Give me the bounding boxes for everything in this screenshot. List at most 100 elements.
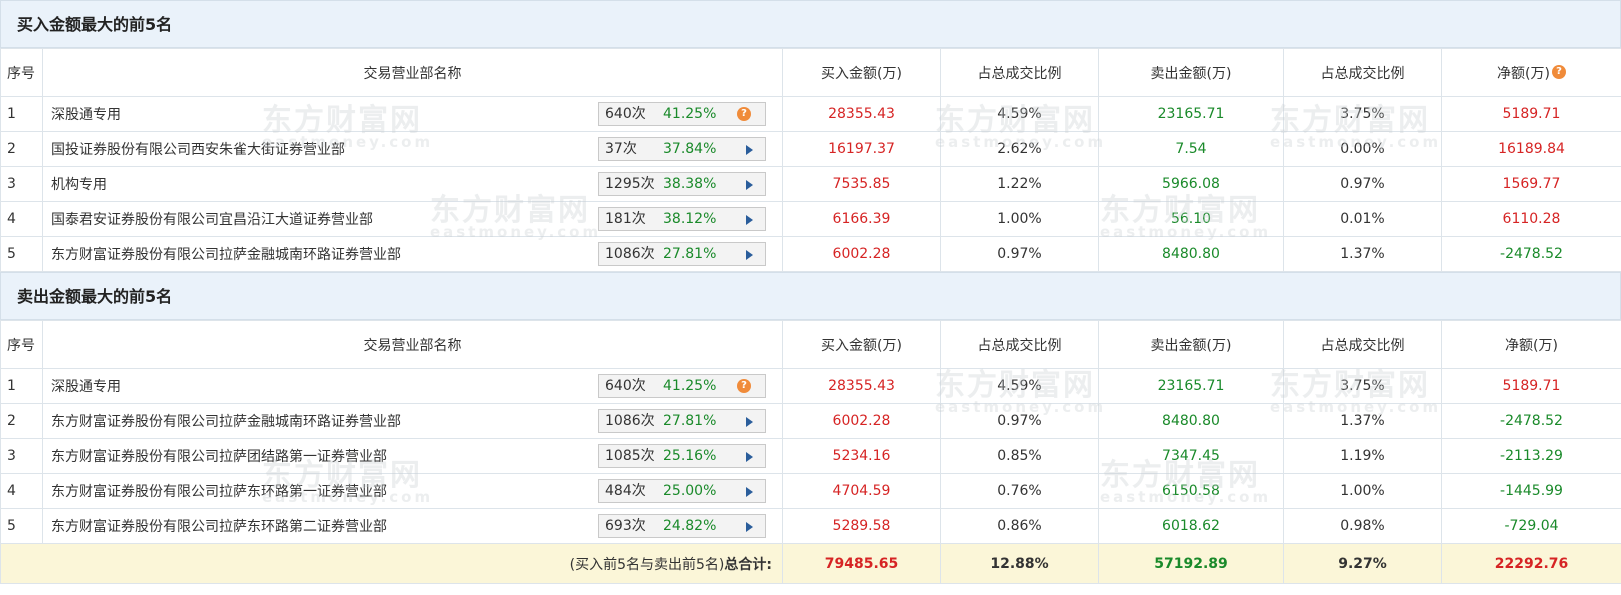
buy-ratio: 1.22% — [940, 166, 1099, 202]
trade-count: 1085次 — [605, 448, 655, 464]
net-amount: -2478.52 — [1441, 403, 1621, 439]
buy-table: 序号 交易营业部名称 买入金额(万) 占总成交比例 卖出金额(万) 占总成交比例… — [0, 48, 1621, 272]
header-buy: 买入金额(万) — [782, 320, 941, 369]
play-icon[interactable] — [746, 180, 753, 190]
play-icon[interactable] — [746, 215, 753, 225]
sell-ratio: 0.00% — [1283, 131, 1442, 167]
play-icon[interactable] — [746, 522, 753, 532]
broker-stat-box[interactable]: 484次 25.00% — [598, 479, 766, 503]
broker-name[interactable]: 东方财富证券股份有限公司拉萨团结路第一证券营业部 — [51, 446, 387, 466]
sell-ratio: 3.75% — [1283, 368, 1442, 404]
question-icon[interactable]: ? — [737, 379, 751, 393]
buy-amount: 16197.37 — [782, 131, 941, 167]
sell-ratio: 3.75% — [1283, 96, 1442, 132]
sell-amount: 7.54 — [1098, 131, 1284, 167]
sell-ratio: 1.37% — [1283, 403, 1442, 439]
win-rate: 38.38% — [663, 176, 717, 192]
header-buy: 买入金额(万) — [782, 48, 941, 97]
header-name: 交易营业部名称 — [42, 320, 783, 369]
broker-name[interactable]: 东方财富证券股份有限公司拉萨金融城南环路证券营业部 — [51, 244, 401, 264]
broker-stat-box[interactable]: 181次 38.12% — [598, 207, 766, 231]
trade-count: 181次 — [605, 211, 646, 227]
buy-amount: 7535.85 — [782, 166, 941, 202]
header-net: 净额(万)? — [1441, 48, 1621, 97]
row-index: 3 — [0, 166, 43, 202]
play-icon[interactable] — [746, 417, 753, 427]
broker-stat-box[interactable]: 693次 24.82% — [598, 514, 766, 538]
broker-name[interactable]: 国泰君安证券股份有限公司宜昌沿江大道证券营业部 — [51, 209, 373, 229]
row-index: 2 — [0, 403, 43, 439]
play-icon[interactable] — [746, 487, 753, 497]
question-icon[interactable]: ? — [737, 107, 751, 121]
header-idx: 序号 — [0, 48, 43, 97]
dragon-tiger-board: 买入金额最大的前5名 序号 交易营业部名称 买入金额(万) 占总成交比例 卖出金… — [0, 0, 1621, 595]
net-amount: -2478.52 — [1441, 236, 1621, 272]
sell-amount: 23165.71 — [1098, 96, 1284, 132]
total-row: (买入前5名与卖出前5名)总合计: 79485.65 12.88% 57192.… — [0, 543, 1621, 584]
broker-stat-box[interactable]: 640次 41.25%? — [598, 374, 766, 398]
sell-ratio: 0.97% — [1283, 166, 1442, 202]
buy-ratio: 0.97% — [940, 403, 1099, 439]
broker-stat-box[interactable]: 1085次 25.16% — [598, 444, 766, 468]
table-row: 1 深股通专用 640次 41.25%? 28355.43 4.59% 23165.71 3.… — [0, 368, 1621, 404]
broker-stat-box[interactable]: 37次 37.84% — [598, 137, 766, 161]
broker-name-cell: 国投证券股份有限公司西安朱雀大街证券营业部 37次 37.84% — [42, 131, 783, 167]
buy-amount: 6166.39 — [782, 201, 941, 237]
header-sell-ratio: 占总成交比例 — [1283, 48, 1442, 97]
buy-amount: 6002.28 — [782, 236, 941, 272]
sell-ratio: 1.37% — [1283, 236, 1442, 272]
row-index: 4 — [0, 473, 43, 509]
sell-amount: 56.10 — [1098, 201, 1284, 237]
broker-name[interactable]: 国投证券股份有限公司西安朱雀大街证券营业部 — [51, 139, 345, 159]
win-rate: 25.16% — [663, 448, 717, 464]
broker-name[interactable]: 东方财富证券股份有限公司拉萨东环路第二证券营业部 — [51, 516, 387, 536]
total-sell: 57192.89 — [1098, 543, 1284, 584]
play-icon[interactable] — [746, 452, 753, 462]
row-index: 3 — [0, 438, 43, 474]
broker-stat-box[interactable]: 640次 41.25%? — [598, 102, 766, 126]
trade-count: 640次 — [605, 106, 646, 122]
buy-ratio: 1.00% — [940, 201, 1099, 237]
broker-name[interactable]: 机构专用 — [51, 174, 107, 194]
broker-name-cell: 东方财富证券股份有限公司拉萨金融城南环路证券营业部 1086次 27.81% — [42, 403, 783, 439]
broker-name[interactable]: 深股通专用 — [51, 104, 121, 124]
win-rate: 41.25% — [663, 106, 717, 122]
question-icon[interactable]: ? — [1551, 64, 1566, 79]
buy-amount: 5234.16 — [782, 438, 941, 474]
broker-name-cell: 东方财富证券股份有限公司拉萨金融城南环路证券营业部 1086次 27.81% — [42, 236, 783, 272]
sell-table: 序号 交易营业部名称 买入金额(万) 占总成交比例 卖出金额(万) 占总成交比例… — [0, 320, 1621, 584]
buy-ratio: 2.62% — [940, 131, 1099, 167]
table-row: 5 东方财富证券股份有限公司拉萨金融城南环路证券营业部 1086次 27.81% 600… — [0, 236, 1621, 272]
net-amount: 6110.28 — [1441, 201, 1621, 237]
win-rate: 25.00% — [663, 483, 717, 499]
buy-amount: 28355.43 — [782, 96, 941, 132]
buy-amount: 4704.59 — [782, 473, 941, 509]
sell-amount: 6018.62 — [1098, 508, 1284, 544]
broker-name[interactable]: 东方财富证券股份有限公司拉萨金融城南环路证券营业部 — [51, 411, 401, 431]
broker-stat-box[interactable]: 1086次 27.81% — [598, 409, 766, 433]
broker-name-cell: 深股通专用 640次 41.25%? — [42, 96, 783, 132]
broker-name[interactable]: 东方财富证券股份有限公司拉萨东环路第一证券营业部 — [51, 481, 387, 501]
header-buy-ratio: 占总成交比例 — [940, 320, 1099, 369]
sell-section-title: 卖出金额最大的前5名 — [0, 272, 1621, 320]
net-amount: 16189.84 — [1441, 131, 1621, 167]
table-row: 2 国投证券股份有限公司西安朱雀大街证券营业部 37次 37.84% 16197.37 2… — [0, 131, 1621, 167]
broker-stat-box[interactable]: 1295次 38.38% — [598, 172, 766, 196]
sell-ratio: 1.19% — [1283, 438, 1442, 474]
play-icon[interactable] — [746, 145, 753, 155]
row-index: 1 — [0, 368, 43, 404]
trade-count: 1086次 — [605, 246, 655, 262]
net-amount: -1445.99 — [1441, 473, 1621, 509]
row-index: 1 — [0, 96, 43, 132]
buy-amount: 5289.58 — [782, 508, 941, 544]
buy-ratio: 0.97% — [940, 236, 1099, 272]
table-row: 4 国泰君安证券股份有限公司宜昌沿江大道证券营业部 181次 38.12% 6166.3… — [0, 201, 1621, 237]
broker-stat-box[interactable]: 1086次 27.81% — [598, 242, 766, 266]
buy-amount: 28355.43 — [782, 368, 941, 404]
net-amount: 5189.71 — [1441, 368, 1621, 404]
buy-ratio: 0.86% — [940, 508, 1099, 544]
table-row: 1 深股通专用 640次 41.25%? 28355.43 4.59% 23165.71 3.… — [0, 96, 1621, 132]
play-icon[interactable] — [746, 250, 753, 260]
row-index: 2 — [0, 131, 43, 167]
broker-name[interactable]: 深股通专用 — [51, 376, 121, 396]
